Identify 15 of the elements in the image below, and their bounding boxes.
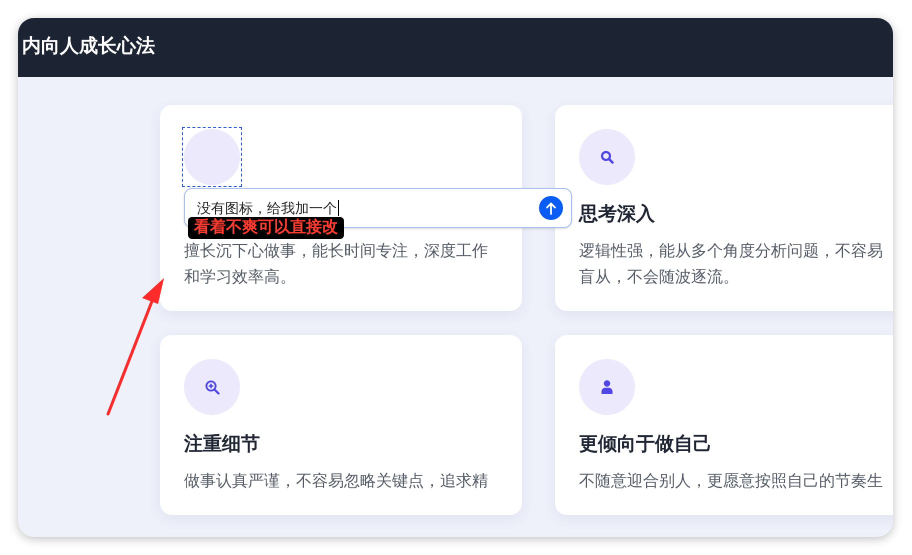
card-description: 逻辑性强，能从多个角度分析问题，不容易盲从，不会随波逐流。 xyxy=(579,242,883,288)
card-title: 注重细节 xyxy=(184,432,261,457)
annotation-label: 看着不爽可以直接改 xyxy=(188,217,344,239)
card-description: 擅长沉下心做事，能长时间专注，深度工作和学习效率高。 xyxy=(184,242,488,288)
user-icon xyxy=(601,380,613,394)
zoom-in-icon xyxy=(204,380,220,394)
prompt-text: 没有图标，给我加一个 xyxy=(197,198,337,218)
card-title: 更倾向于做自己 xyxy=(579,433,713,457)
send-button[interactable] xyxy=(539,196,563,220)
card-title: 思考深入 xyxy=(579,202,656,227)
card-description: 不随意迎合别人，更愿意按照自己的节奏生 xyxy=(579,472,883,492)
card-description: 做事认真严谨，不容易忽略关键点，追求精 xyxy=(184,472,488,492)
search-icon xyxy=(600,150,614,164)
arrow-up-icon xyxy=(545,202,557,214)
app-title: 内向人成长心法 xyxy=(22,34,155,60)
